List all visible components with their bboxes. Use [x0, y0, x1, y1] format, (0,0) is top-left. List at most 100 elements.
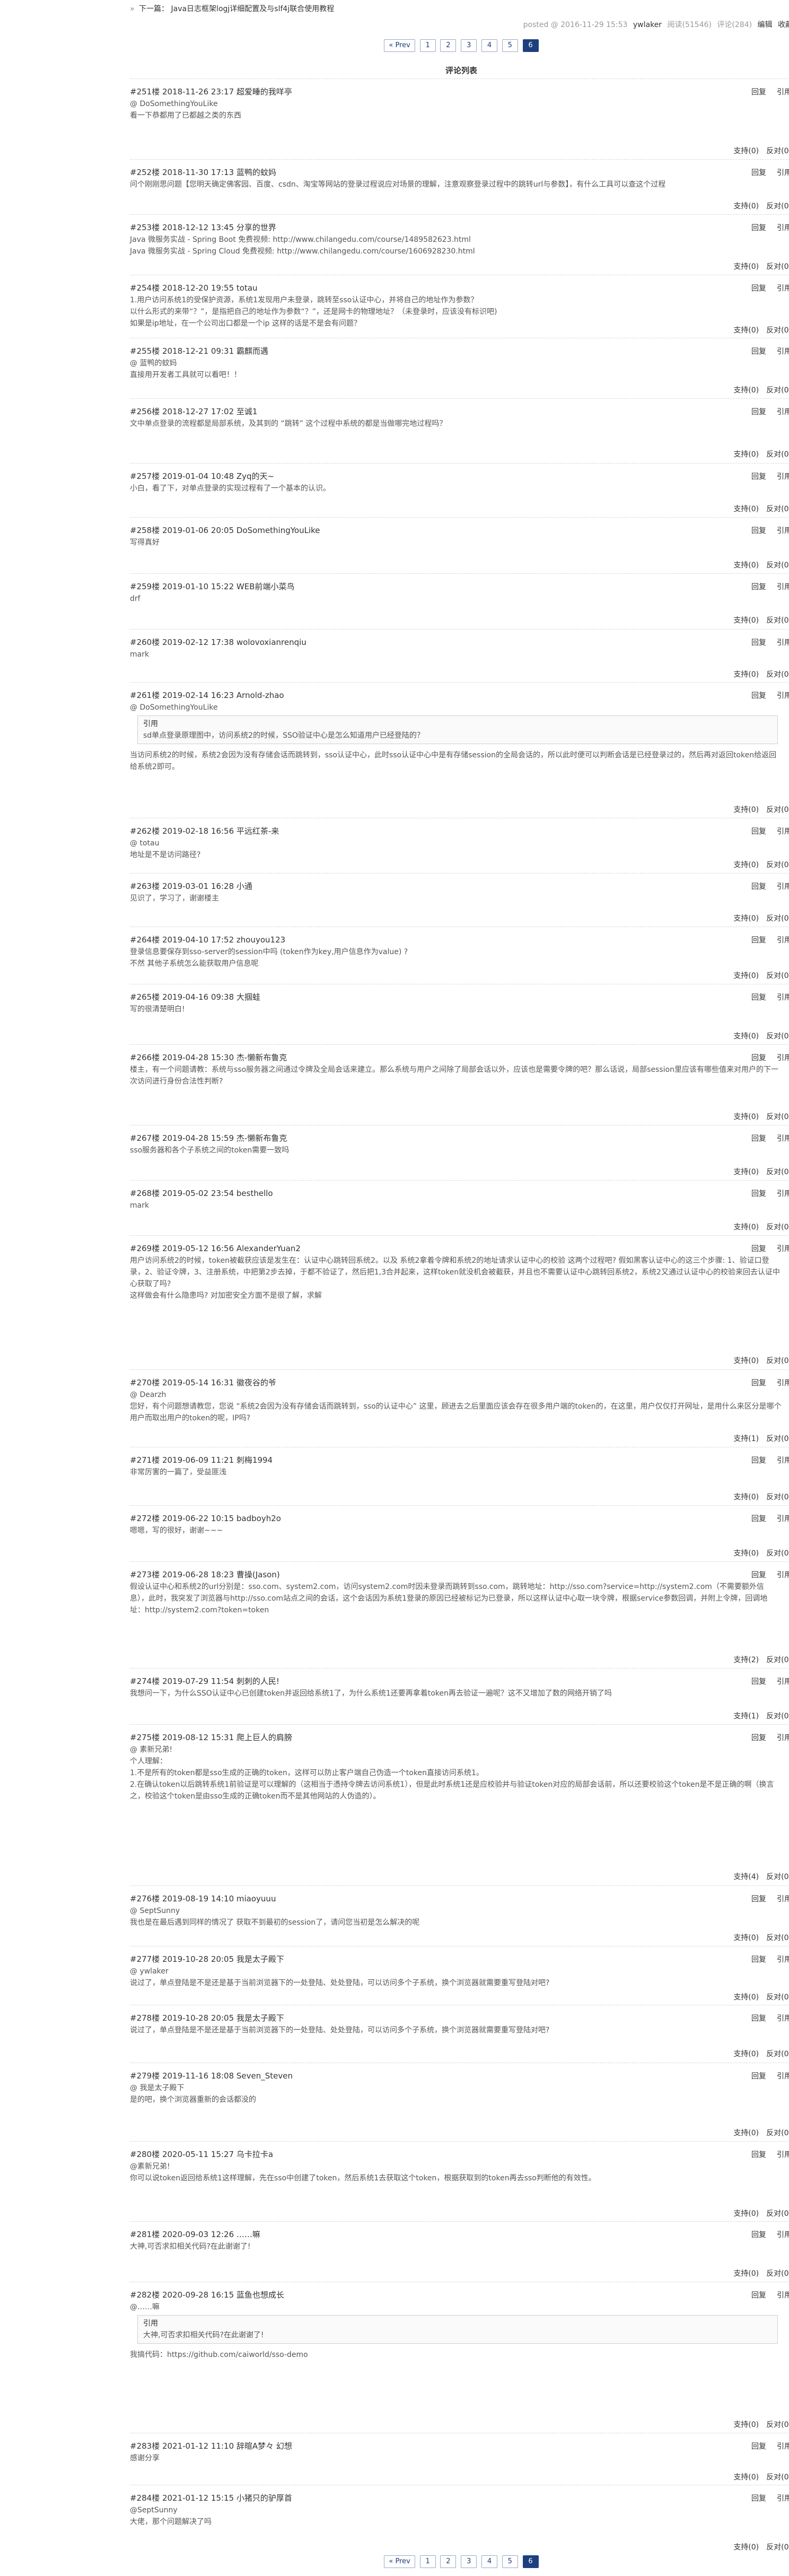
against-button[interactable]: 反对(0) — [766, 2543, 789, 2552]
pager-page-1[interactable]: 1 — [419, 39, 436, 52]
against-button[interactable]: 反对(0) — [766, 505, 789, 513]
pager-page-6-current[interactable]: 6 — [522, 2555, 539, 2568]
support-button[interactable]: 支持(0) — [733, 2210, 759, 2218]
quote-button[interactable]: 引用 — [777, 1515, 789, 1523]
pager-page-5[interactable]: 5 — [502, 39, 518, 52]
quote-button[interactable]: 引用 — [777, 1190, 789, 1198]
pager-page-2[interactable]: 2 — [440, 2555, 457, 2568]
reply-button[interactable]: 回复 — [751, 1515, 766, 1523]
against-button[interactable]: 反对(0) — [766, 806, 789, 814]
reply-button[interactable]: 回复 — [751, 284, 766, 293]
support-button[interactable]: 支持(0) — [733, 1032, 759, 1041]
support-button[interactable]: 支持(0) — [733, 561, 759, 570]
support-button[interactable]: 支持(0) — [733, 450, 759, 459]
pager-page-3[interactable]: 3 — [461, 2555, 477, 2568]
quote-button[interactable]: 引用 — [777, 2442, 789, 2451]
support-button[interactable]: 支持(0) — [733, 202, 759, 211]
pager-prev-button[interactable]: « Prev — [384, 2555, 415, 2568]
against-button[interactable]: 反对(0) — [766, 1435, 789, 1443]
support-button[interactable]: 支持(0) — [733, 1113, 759, 1121]
against-button[interactable]: 反对(0) — [766, 202, 789, 211]
quote-button[interactable]: 引用 — [777, 583, 789, 591]
support-button[interactable]: 支持(0) — [733, 1934, 759, 1942]
reply-button[interactable]: 回复 — [751, 408, 766, 416]
against-button[interactable]: 反对(0) — [766, 2050, 789, 2058]
against-button[interactable]: 反对(0) — [766, 1357, 789, 1365]
quote-button[interactable]: 引用 — [777, 2014, 789, 2023]
quote-button[interactable]: 引用 — [777, 473, 789, 481]
against-button[interactable]: 反对(0) — [766, 1934, 789, 1942]
against-button[interactable]: 反对(0) — [766, 2421, 789, 2429]
quote-button[interactable]: 引用 — [777, 527, 789, 535]
support-button[interactable]: 支持(0) — [733, 616, 759, 625]
reply-button[interactable]: 回复 — [751, 639, 766, 647]
quote-button[interactable]: 引用 — [777, 993, 789, 1002]
reply-button[interactable]: 回复 — [751, 883, 766, 891]
pager-page-5[interactable]: 5 — [502, 2555, 518, 2568]
against-button[interactable]: 反对(0) — [766, 2473, 789, 2482]
pager-page-6-current[interactable]: 6 — [522, 39, 539, 52]
support-button[interactable]: 支持(0) — [733, 2543, 759, 2552]
comment-count[interactable]: 评论(284) — [717, 21, 752, 29]
reply-button[interactable]: 回复 — [751, 1134, 766, 1143]
reply-button[interactable]: 回复 — [751, 1054, 766, 1062]
support-button[interactable]: 支持(1) — [733, 1435, 759, 1443]
quote-button[interactable]: 引用 — [777, 692, 789, 700]
reply-button[interactable]: 回复 — [751, 1379, 766, 1387]
reply-button[interactable]: 回复 — [751, 993, 766, 1002]
quote-button[interactable]: 引用 — [777, 2291, 789, 2300]
support-button[interactable]: 支持(0) — [733, 1168, 759, 1176]
pager-page-2[interactable]: 2 — [440, 39, 457, 52]
against-button[interactable]: 反对(0) — [766, 147, 789, 155]
against-button[interactable]: 反对(0) — [766, 1223, 789, 1232]
against-button[interactable]: 反对(0) — [766, 450, 789, 459]
support-button[interactable]: 支持(1) — [733, 1712, 759, 1721]
reply-button[interactable]: 回复 — [751, 473, 766, 481]
reply-button[interactable]: 回复 — [751, 224, 766, 232]
against-button[interactable]: 反对(0) — [766, 1113, 789, 1121]
reply-button[interactable]: 回复 — [751, 2494, 766, 2503]
quote-button[interactable]: 引用 — [777, 169, 789, 177]
reply-button[interactable]: 回复 — [751, 936, 766, 945]
quote-button[interactable]: 引用 — [777, 639, 789, 647]
support-button[interactable]: 支持(0) — [733, 2129, 759, 2137]
against-button[interactable]: 反对(0) — [766, 263, 789, 271]
against-button[interactable]: 反对(0) — [766, 616, 789, 625]
quote-button[interactable]: 引用 — [777, 284, 789, 293]
quote-button[interactable]: 引用 — [777, 1456, 789, 1465]
against-button[interactable]: 反对(0) — [766, 1656, 789, 1664]
quote-button[interactable]: 引用 — [777, 936, 789, 945]
support-button[interactable]: 支持(0) — [733, 1493, 759, 1501]
pager-page-4[interactable]: 4 — [481, 39, 497, 52]
against-button[interactable]: 反对(0) — [766, 1873, 789, 1881]
against-button[interactable]: 反对(0) — [766, 386, 789, 395]
quote-button[interactable]: 引用 — [777, 2072, 789, 2081]
reply-button[interactable]: 回复 — [751, 2291, 766, 2300]
reply-button[interactable]: 回复 — [751, 2231, 766, 2239]
against-button[interactable]: 反对(0) — [766, 2210, 789, 2218]
reply-button[interactable]: 回复 — [751, 1571, 766, 1579]
against-button[interactable]: 反对(0) — [766, 1168, 789, 1176]
pager-page-4[interactable]: 4 — [481, 2555, 497, 2568]
author-link[interactable]: ywlaker — [633, 21, 662, 29]
support-button[interactable]: 支持(0) — [733, 972, 759, 980]
quote-button[interactable]: 引用 — [777, 408, 789, 416]
reply-button[interactable]: 回复 — [751, 347, 766, 356]
quote-button[interactable]: 引用 — [777, 883, 789, 891]
quote-button[interactable]: 引用 — [777, 347, 789, 356]
edit-button[interactable]: 编辑 — [758, 21, 773, 29]
support-button[interactable]: 支持(0) — [733, 505, 759, 513]
reply-button[interactable]: 回复 — [751, 1190, 766, 1198]
against-button[interactable]: 反对(0) — [766, 561, 789, 570]
support-button[interactable]: 支持(0) — [733, 326, 759, 335]
reply-button[interactable]: 回复 — [751, 1734, 766, 1742]
quote-button[interactable]: 引用 — [777, 1054, 789, 1062]
against-button[interactable]: 反对(0) — [766, 1993, 789, 2002]
quote-button[interactable]: 引用 — [777, 1895, 789, 1903]
support-button[interactable]: 支持(0) — [733, 2421, 759, 2429]
against-button[interactable]: 反对(0) — [766, 972, 789, 980]
against-button[interactable]: 反对(0) — [766, 326, 789, 335]
quote-button[interactable]: 引用 — [777, 1734, 789, 1742]
support-button[interactable]: 支持(0) — [733, 386, 759, 395]
against-button[interactable]: 反对(0) — [766, 670, 789, 679]
